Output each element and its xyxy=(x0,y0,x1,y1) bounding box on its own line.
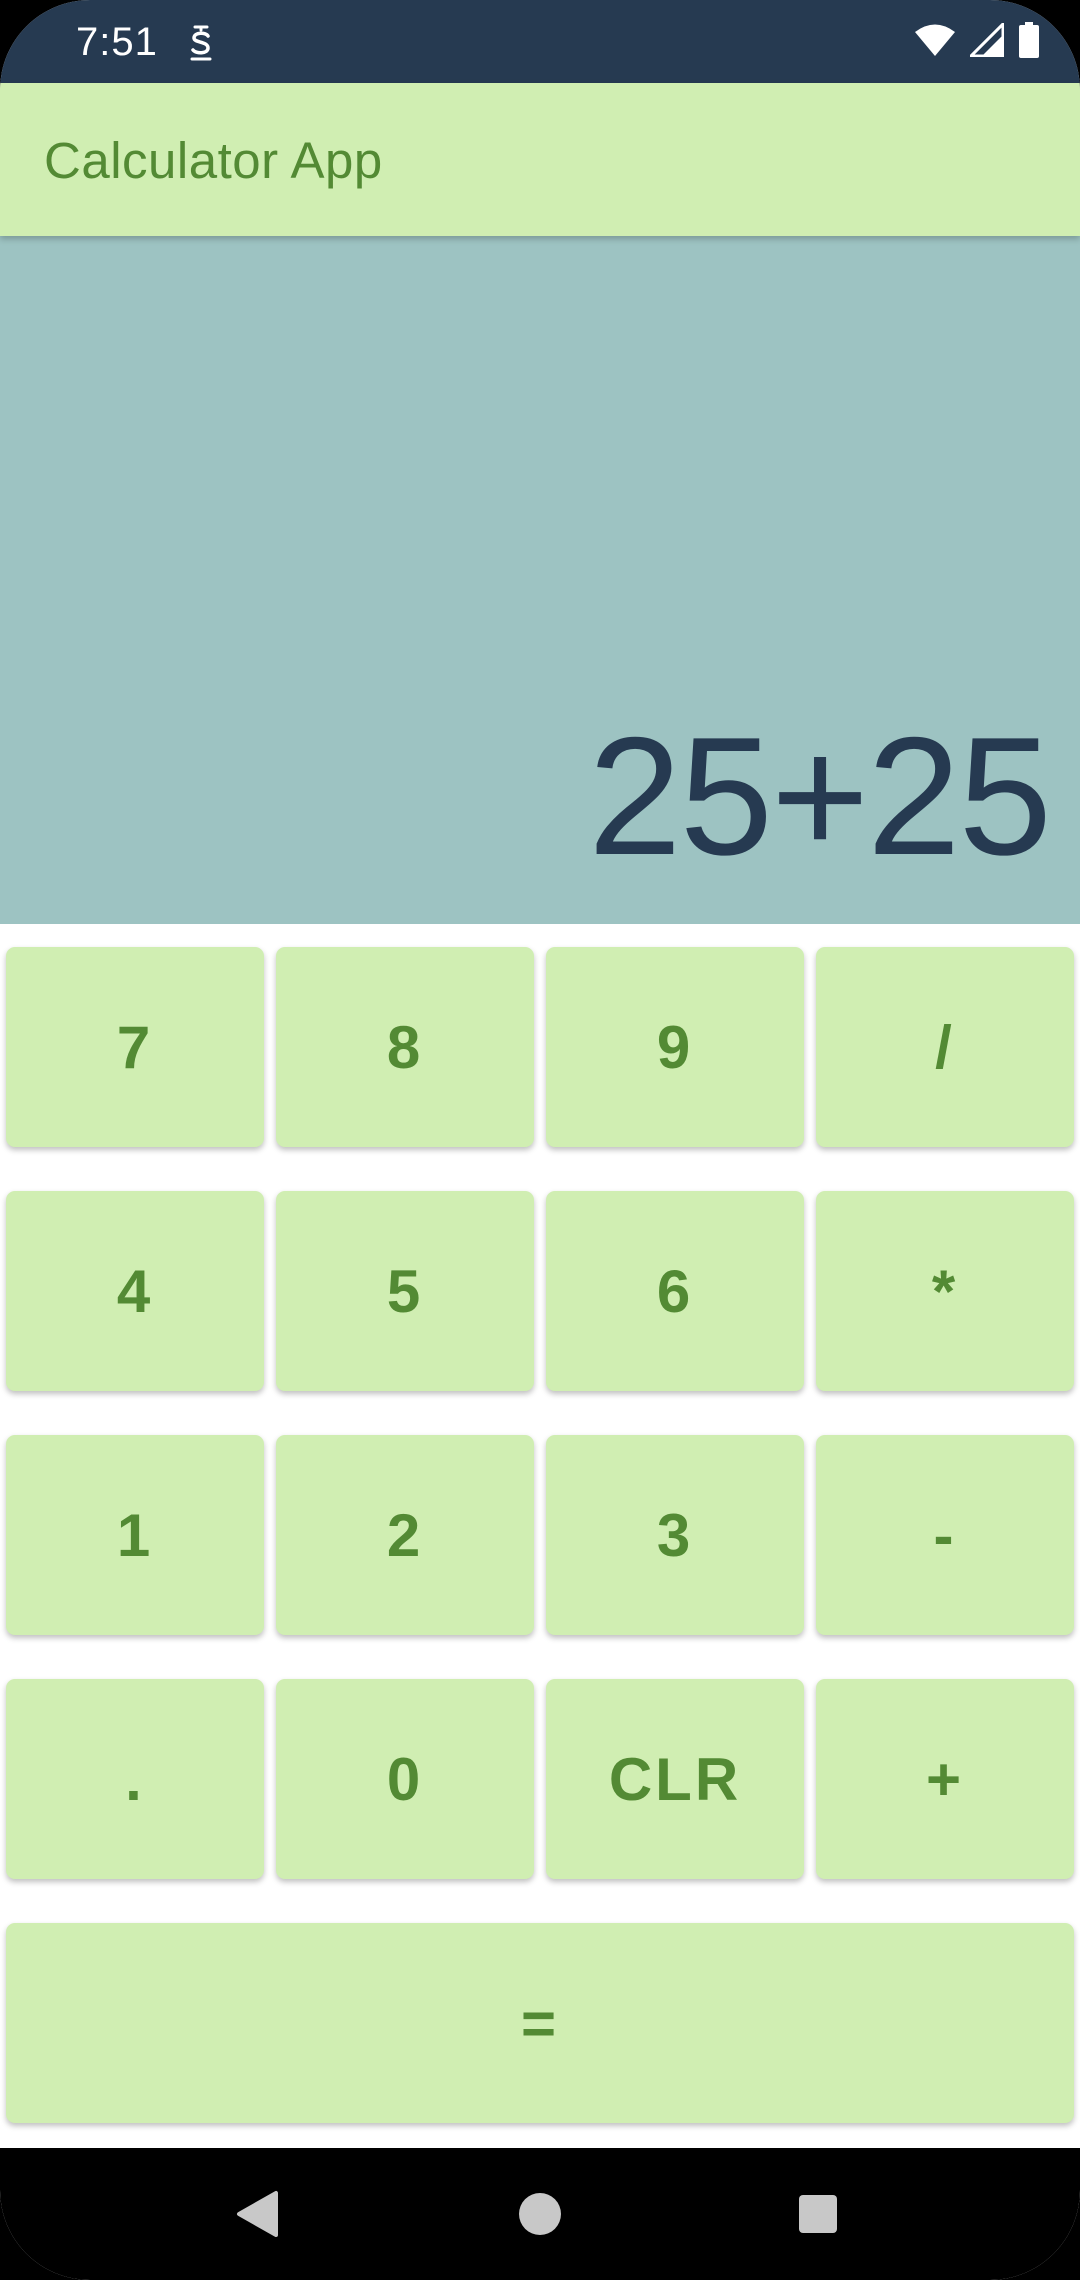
keypad: 7 8 9 / 4 5 6 * 1 2 3 - . 0 CLR + = xyxy=(0,924,1080,2148)
app-bar: Calculator App xyxy=(0,83,1080,236)
phone-screen: 7:51 Calculator App 25+25 7 8 9 / 4 5 6 … xyxy=(0,0,1080,2280)
key-3[interactable]: 3 xyxy=(546,1435,804,1635)
key-4[interactable]: 4 xyxy=(6,1191,264,1391)
status-bar: 7:51 xyxy=(0,0,1080,83)
subtract-button[interactable]: - xyxy=(816,1435,1074,1635)
recents-icon[interactable] xyxy=(786,2182,850,2246)
key-2[interactable]: 2 xyxy=(276,1435,534,1635)
status-time: 7:51 xyxy=(76,20,158,64)
back-icon[interactable] xyxy=(226,2182,290,2246)
navigation-bar xyxy=(0,2148,1080,2280)
key-6[interactable]: 6 xyxy=(546,1191,804,1391)
clear-button[interactable]: CLR xyxy=(546,1679,804,1879)
key-1[interactable]: 1 xyxy=(6,1435,264,1635)
battery-icon xyxy=(1018,21,1040,63)
key-8[interactable]: 8 xyxy=(276,947,534,1147)
s-badge-icon xyxy=(186,23,216,61)
decimal-button[interactable]: . xyxy=(6,1679,264,1879)
add-button[interactable]: + xyxy=(816,1679,1074,1879)
equals-button[interactable]: = xyxy=(6,1923,1074,2123)
key-7[interactable]: 7 xyxy=(6,947,264,1147)
home-icon[interactable] xyxy=(508,2182,572,2246)
key-9[interactable]: 9 xyxy=(546,947,804,1147)
divide-button[interactable]: / xyxy=(816,947,1074,1147)
cell-signal-icon xyxy=(969,22,1005,62)
wifi-icon xyxy=(914,23,956,62)
multiply-button[interactable]: * xyxy=(816,1191,1074,1391)
calculator-display: 25+25 xyxy=(0,236,1080,924)
key-5[interactable]: 5 xyxy=(276,1191,534,1391)
key-0[interactable]: 0 xyxy=(276,1679,534,1879)
expression-display: 25+25 xyxy=(588,702,1052,890)
status-icons xyxy=(914,21,1040,63)
page-title: Calculator App xyxy=(44,132,383,189)
